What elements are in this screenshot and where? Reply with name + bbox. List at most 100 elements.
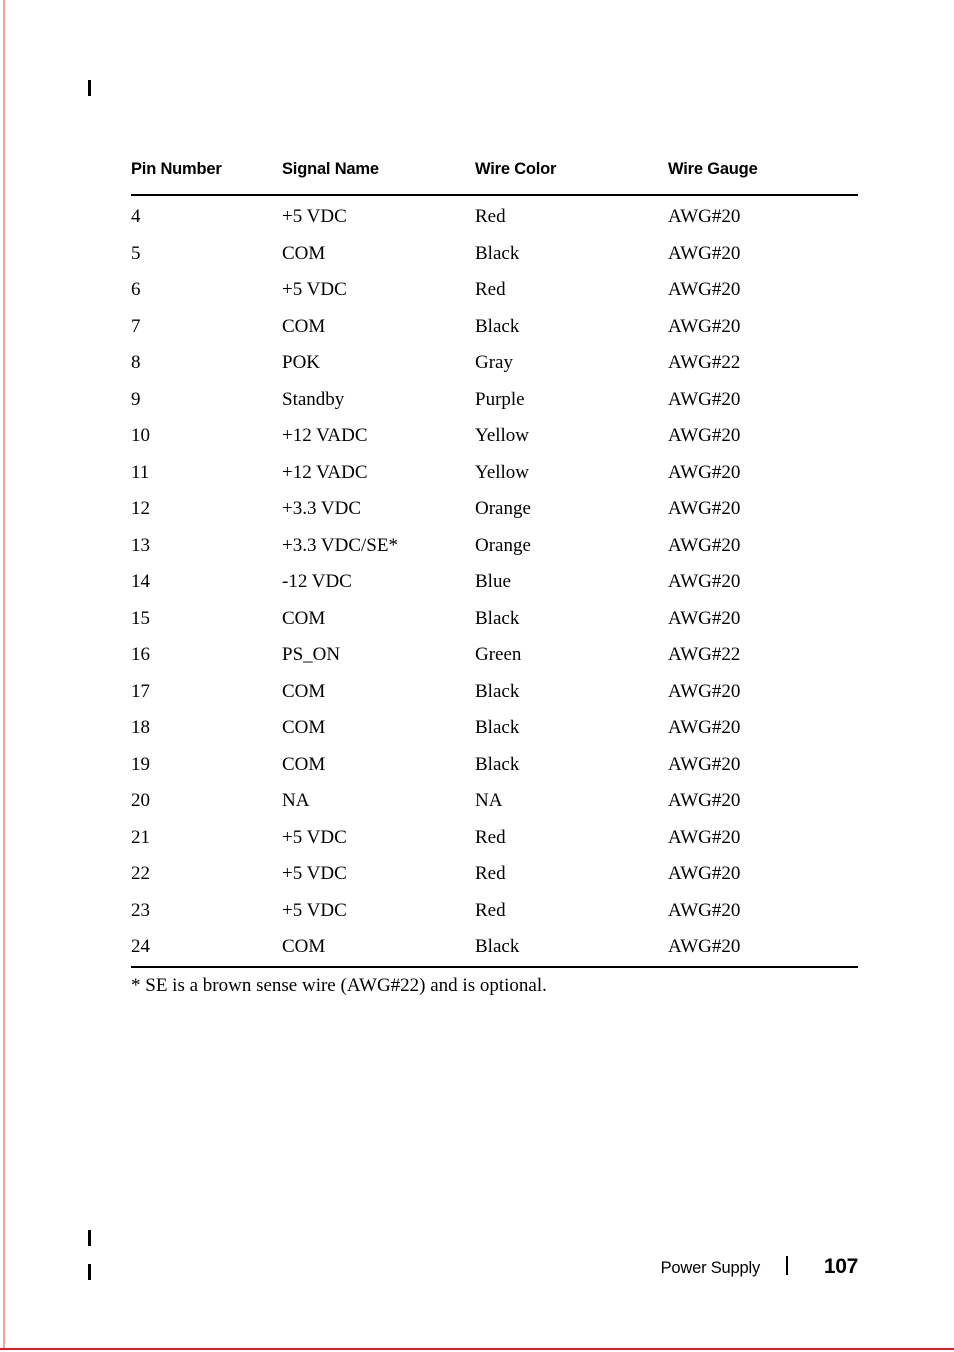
pin-assignment-table-container: Pin Number Signal Name Wire Color Wire G… [131, 160, 858, 997]
cell-wire-color: Gray [475, 352, 513, 374]
table-row: 15 COM Black AWG#20 [131, 601, 858, 638]
column-header-signal-name: Signal Name [282, 160, 475, 196]
table-row: 5 COM Black AWG#20 [131, 236, 858, 273]
cell-wire-color: Yellow [475, 461, 530, 483]
cell-wire-color: Green [475, 644, 522, 666]
table-row: 10 +12 VADC Yellow AWG#20 [131, 418, 858, 455]
cell-signal-name: COM [282, 242, 326, 264]
cell-signal-name: -12 VDC [282, 571, 352, 593]
cell-pin-number: 22 [131, 863, 150, 885]
cell-pin-number: 9 [131, 388, 141, 410]
cell-wire-gauge: AWG#20 [668, 753, 741, 775]
cell-wire-gauge: AWG#20 [668, 498, 741, 520]
cell-signal-name: +5 VDC [282, 279, 347, 301]
cell-wire-gauge: AWG#20 [668, 571, 741, 593]
cell-wire-gauge: AWG#20 [668, 461, 741, 483]
cell-wire-gauge: AWG#20 [668, 206, 741, 228]
cell-wire-gauge: AWG#22 [668, 644, 741, 666]
table-header-row: Pin Number Signal Name Wire Color Wire G… [131, 160, 858, 196]
revision-change-bar [88, 1230, 91, 1246]
table-row: 6 +5 VDC Red AWG#20 [131, 272, 858, 309]
cell-signal-name: +12 VADC [282, 461, 368, 483]
table-row: 4 +5 VDC Red AWG#20 [131, 195, 858, 236]
column-header-wire-gauge: Wire Gauge [668, 160, 858, 196]
cell-wire-color: Red [475, 863, 506, 885]
cell-wire-gauge: AWG#20 [668, 680, 741, 702]
table-row: 8 POK Gray AWG#22 [131, 345, 858, 382]
page-bottom-edge-rule [0, 1348, 954, 1350]
cell-signal-name: COM [282, 717, 326, 739]
cell-pin-number: 4 [131, 206, 141, 228]
table-row: 13 +3.3 VDC/SE* Orange AWG#20 [131, 528, 858, 565]
page-left-edge-rule [3, 0, 5, 1348]
page-number: 107 [823, 1255, 858, 1278]
footer-separator [786, 1256, 788, 1275]
cell-signal-name: +5 VDC [282, 899, 347, 921]
table-row: 21 +5 VDC Red AWG#20 [131, 820, 858, 857]
table-footnote: * SE is a brown sense wire (AWG#22) and … [131, 974, 547, 996]
cell-signal-name: +3.3 VDC/SE* [282, 534, 398, 556]
cell-wire-gauge: AWG#20 [668, 425, 741, 447]
column-header-pin-number: Pin Number [131, 160, 282, 196]
table-row: 19 COM Black AWG#20 [131, 747, 858, 784]
cell-signal-name: PS_ON [282, 644, 341, 666]
table-row: 11 +12 VADC Yellow AWG#20 [131, 455, 858, 492]
table-row: 7 COM Black AWG#20 [131, 309, 858, 346]
cell-pin-number: 15 [131, 607, 150, 629]
cell-pin-number: 14 [131, 571, 150, 593]
table-row: 22 +5 VDC Red AWG#20 [131, 856, 858, 893]
cell-pin-number: 21 [131, 826, 150, 848]
revision-change-bar [88, 1264, 91, 1280]
cell-wire-color: Orange [475, 498, 531, 520]
cell-wire-color: Purple [475, 388, 525, 410]
cell-wire-gauge: AWG#20 [668, 534, 741, 556]
cell-signal-name: +5 VDC [282, 826, 347, 848]
cell-signal-name: COM [282, 607, 326, 629]
cell-wire-color: NA [475, 790, 503, 812]
cell-wire-gauge: AWG#20 [668, 315, 741, 337]
cell-wire-color: Red [475, 279, 506, 301]
footer-chapter-label: Power Supply [660, 1259, 761, 1277]
document-page: Pin Number Signal Name Wire Color Wire G… [0, 0, 954, 1352]
cell-pin-number: 16 [131, 644, 150, 666]
revision-change-bar [88, 80, 91, 96]
table-header: Pin Number Signal Name Wire Color Wire G… [131, 160, 858, 196]
cell-pin-number: 10 [131, 425, 150, 447]
table-row: 20 NA NA AWG#20 [131, 783, 858, 820]
table-row: 12 +3.3 VDC Orange AWG#20 [131, 491, 858, 528]
cell-wire-color: Black [475, 315, 520, 337]
cell-signal-name: COM [282, 680, 326, 702]
cell-wire-color: Black [475, 717, 520, 739]
cell-wire-color: Black [475, 242, 520, 264]
table-row: 17 COM Black AWG#20 [131, 674, 858, 711]
cell-wire-color: Orange [475, 534, 531, 556]
cell-signal-name: NA [282, 790, 310, 812]
cell-pin-number: 6 [131, 279, 141, 301]
cell-wire-color: Red [475, 899, 506, 921]
cell-wire-gauge: AWG#20 [668, 790, 741, 812]
cell-wire-gauge: AWG#20 [668, 863, 741, 885]
cell-wire-gauge: AWG#20 [668, 899, 741, 921]
cell-wire-color: Black [475, 607, 520, 629]
cell-pin-number: 13 [131, 534, 150, 556]
page-footer: Power Supply 107 [131, 1254, 859, 1279]
cell-wire-gauge: AWG#22 [668, 352, 741, 374]
cell-signal-name: POK [282, 352, 321, 374]
cell-pin-number: 23 [131, 899, 150, 921]
table-row: 9 Standby Purple AWG#20 [131, 382, 858, 419]
table-row: 18 COM Black AWG#20 [131, 710, 858, 747]
cell-pin-number: 8 [131, 352, 141, 374]
cell-wire-color: Red [475, 826, 506, 848]
cell-signal-name: COM [282, 929, 475, 968]
table-row: 14 -12 VDC Blue AWG#20 [131, 564, 858, 601]
pin-assignment-table: Pin Number Signal Name Wire Color Wire G… [131, 160, 858, 968]
cell-pin-number: 12 [131, 498, 150, 520]
table-body: 4 +5 VDC Red AWG#20 5 COM Black AWG#20 6 +5 VDC Re… [131, 195, 858, 968]
cell-wire-gauge: AWG#20 [668, 242, 741, 264]
cell-wire-gauge: AWG#20 [668, 717, 741, 739]
cell-wire-gauge: AWG#20 [668, 826, 741, 848]
cell-wire-gauge: AWG#20 [668, 388, 741, 410]
cell-signal-name: +5 VDC [282, 206, 347, 228]
cell-pin-number: 11 [131, 461, 150, 483]
cell-wire-gauge: AWG#20 [668, 279, 741, 301]
